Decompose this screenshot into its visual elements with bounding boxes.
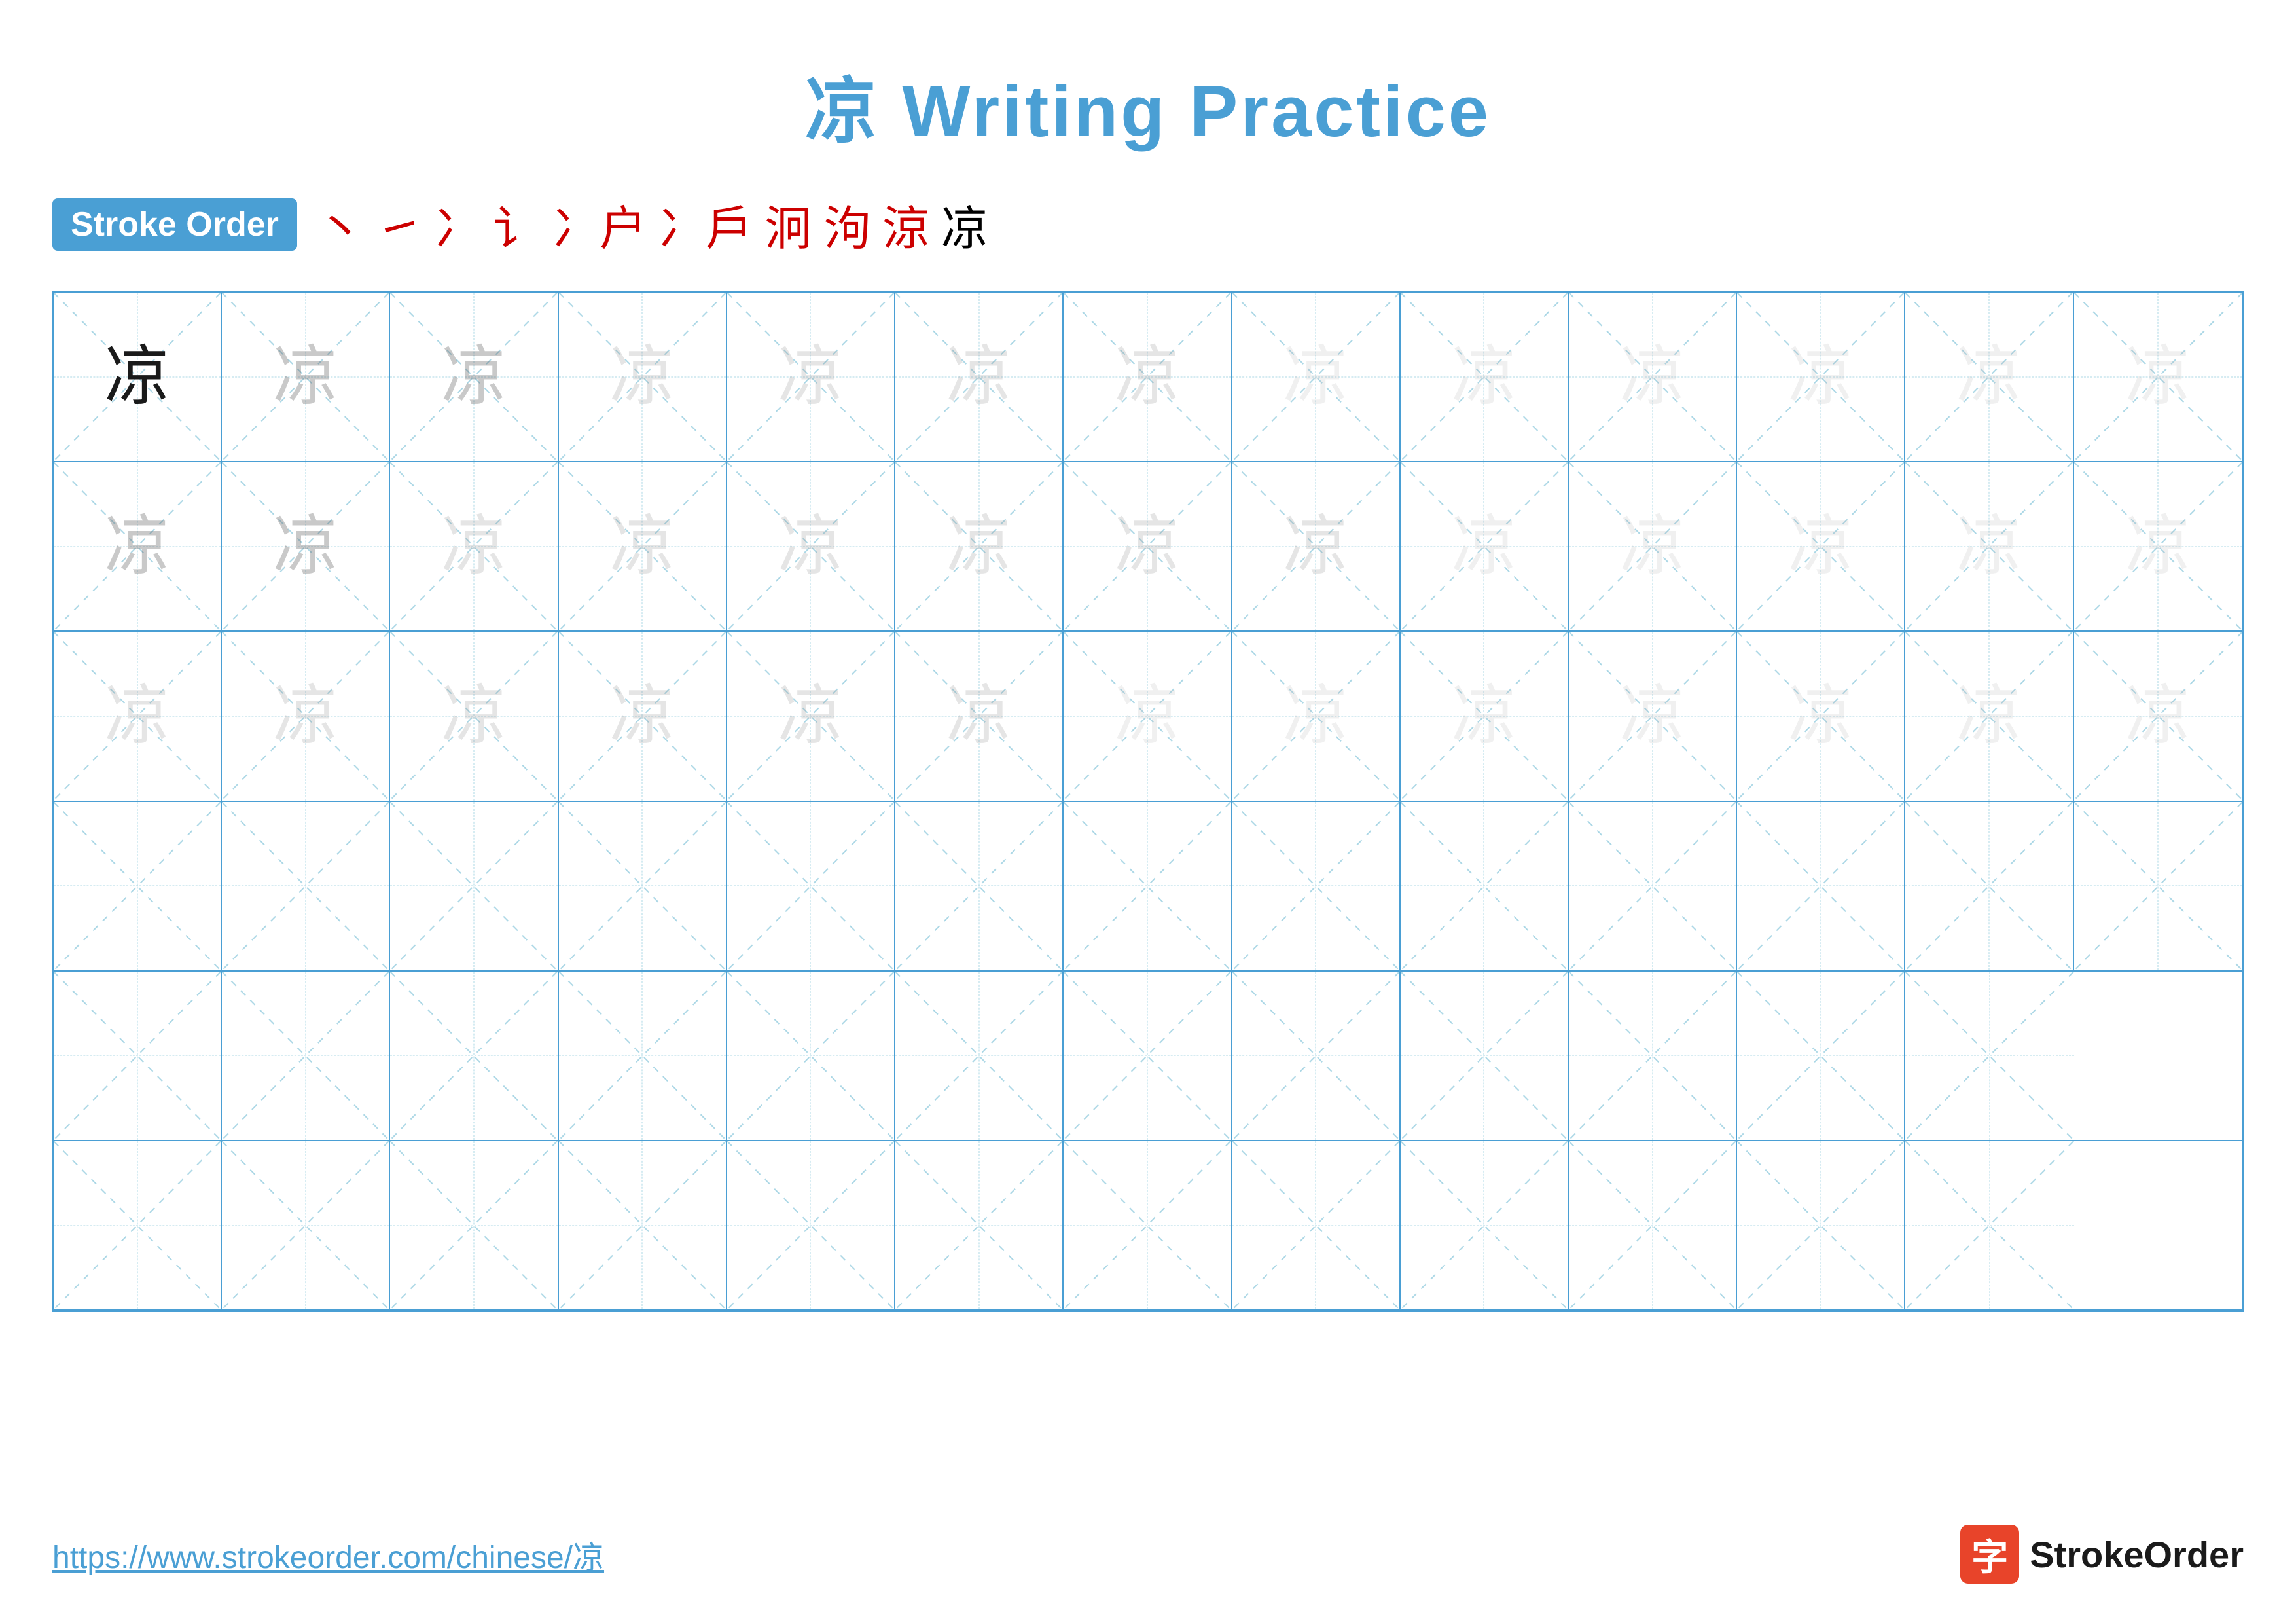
grid-cell[interactable]	[727, 972, 895, 1140]
page-container: 凉 Writing Practice Stroke Order 丶 ㇀ 冫 讠 …	[0, 0, 2296, 1623]
grid-cell[interactable]: 凉	[727, 632, 895, 800]
grid-cell[interactable]: 凉	[390, 293, 558, 461]
grid-cell[interactable]	[559, 802, 727, 970]
grid-cell[interactable]: 凉	[1737, 462, 1905, 630]
grid-cell[interactable]: 凉	[727, 462, 895, 630]
grid-cell[interactable]: 凉	[1569, 632, 1737, 800]
footer-url-link[interactable]: https://www.strokeorder.com/chinese/凉	[52, 1531, 604, 1577]
grid-cell[interactable]: 凉	[1569, 462, 1737, 630]
grid-cell[interactable]: 凉	[222, 293, 390, 461]
grid-cell[interactable]	[1569, 972, 1737, 1140]
grid-cell[interactable]: 凉	[559, 632, 727, 800]
practice-grid: 凉 凉 凉 凉 凉 凉 凉	[52, 291, 2244, 1312]
grid-cell[interactable]: 凉	[1905, 462, 2073, 630]
grid-cell[interactable]	[1232, 1141, 1401, 1309]
grid-cell[interactable]	[895, 802, 1064, 970]
grid-cell[interactable]: 凉	[1569, 293, 1737, 461]
grid-cell[interactable]: 凉	[2074, 632, 2242, 800]
footer: https://www.strokeorder.com/chinese/凉 字 …	[52, 1525, 2244, 1584]
grid-cell[interactable]	[1737, 1141, 1905, 1309]
stroke-order-badge: Stroke Order	[52, 198, 297, 251]
grid-cell[interactable]	[1905, 802, 2073, 970]
grid-cell[interactable]	[1401, 802, 1569, 970]
grid-cell[interactable]: 凉	[1064, 632, 1232, 800]
grid-cell[interactable]	[2074, 802, 2242, 970]
grid-cell[interactable]	[1737, 972, 1905, 1140]
grid-cell[interactable]: 凉	[559, 462, 727, 630]
grid-cell[interactable]	[222, 972, 390, 1140]
grid-cell[interactable]	[895, 1141, 1064, 1309]
grid-cell[interactable]	[1064, 972, 1232, 1140]
grid-cell[interactable]: 凉	[1401, 293, 1569, 461]
grid-cell[interactable]	[390, 972, 558, 1140]
grid-cell[interactable]: 凉	[2074, 462, 2242, 630]
grid-cell[interactable]: 凉	[222, 462, 390, 630]
grid-cell[interactable]	[1401, 972, 1569, 1140]
grid-cell[interactable]: 凉	[54, 293, 222, 461]
grid-cell[interactable]: 凉	[1232, 462, 1401, 630]
stroke-sequence: 丶 ㇀ 冫 讠 冫户 冫戶 泂 泃 涼 凉	[317, 190, 988, 259]
grid-cell[interactable]	[390, 802, 558, 970]
grid-cell[interactable]: 凉	[895, 293, 1064, 461]
grid-row-2: 凉 凉 凉 凉 凉 凉 凉 凉 凉 凉 凉 凉 凉	[54, 462, 2242, 632]
grid-row-6	[54, 1141, 2242, 1311]
grid-cell[interactable]	[559, 1141, 727, 1309]
grid-cell[interactable]: 凉	[895, 462, 1064, 630]
grid-cell[interactable]: 凉	[1737, 632, 1905, 800]
grid-cell[interactable]	[1905, 1141, 2073, 1309]
grid-cell[interactable]: 凉	[390, 632, 558, 800]
grid-cell[interactable]: 凉	[1232, 632, 1401, 800]
grid-row-5	[54, 972, 2242, 1141]
logo-text: StrokeOrder	[2030, 1533, 2244, 1576]
grid-row-3: 凉 凉 凉 凉 凉 凉 凉 凉 凉 凉 凉 凉 凉	[54, 632, 2242, 801]
grid-cell[interactable]: 凉	[2074, 293, 2242, 461]
grid-cell[interactable]: 凉	[222, 632, 390, 800]
grid-cell[interactable]	[1569, 1141, 1737, 1309]
grid-cell[interactable]	[54, 802, 222, 970]
grid-cell[interactable]: 凉	[559, 293, 727, 461]
grid-cell[interactable]: 凉	[1905, 293, 2073, 461]
grid-cell[interactable]	[727, 802, 895, 970]
grid-cell[interactable]	[1569, 802, 1737, 970]
grid-cell[interactable]	[390, 1141, 558, 1309]
grid-cell[interactable]: 凉	[1401, 632, 1569, 800]
grid-row-4	[54, 802, 2242, 972]
grid-row-1: 凉 凉 凉 凉 凉 凉 凉	[54, 293, 2242, 462]
grid-cell[interactable]	[1401, 1141, 1569, 1309]
grid-cell[interactable]: 凉	[1064, 293, 1232, 461]
grid-cell[interactable]: 凉	[1905, 632, 2073, 800]
grid-cell[interactable]: 凉	[1401, 462, 1569, 630]
grid-cell[interactable]	[895, 972, 1064, 1140]
grid-cell[interactable]: 凉	[727, 293, 895, 461]
footer-logo: 字 StrokeOrder	[1960, 1525, 2244, 1584]
grid-cell[interactable]: 凉	[1232, 293, 1401, 461]
page-title: 凉 Writing Practice	[805, 52, 1491, 157]
grid-cell[interactable]: 凉	[1064, 462, 1232, 630]
grid-cell[interactable]	[1232, 972, 1401, 1140]
grid-cell[interactable]	[1064, 802, 1232, 970]
grid-cell[interactable]	[222, 1141, 390, 1309]
grid-cell[interactable]	[1064, 1141, 1232, 1309]
grid-cell[interactable]: 凉	[54, 462, 222, 630]
grid-cell[interactable]: 凉	[390, 462, 558, 630]
grid-cell[interactable]	[727, 1141, 895, 1309]
stroke-order-row: Stroke Order 丶 ㇀ 冫 讠 冫户 冫戶 泂 泃 涼 凉	[52, 190, 2244, 259]
grid-cell[interactable]	[54, 1141, 222, 1309]
grid-cell[interactable]	[54, 972, 222, 1140]
grid-cell[interactable]: 凉	[1737, 293, 1905, 461]
logo-icon: 字	[1960, 1525, 2019, 1584]
grid-cell[interactable]	[1905, 972, 2073, 1140]
grid-cell[interactable]	[1232, 802, 1401, 970]
grid-cell[interactable]: 凉	[54, 632, 222, 800]
grid-cell[interactable]	[559, 972, 727, 1140]
grid-cell[interactable]	[1737, 802, 1905, 970]
grid-cell[interactable]: 凉	[895, 632, 1064, 800]
grid-cell[interactable]	[222, 802, 390, 970]
